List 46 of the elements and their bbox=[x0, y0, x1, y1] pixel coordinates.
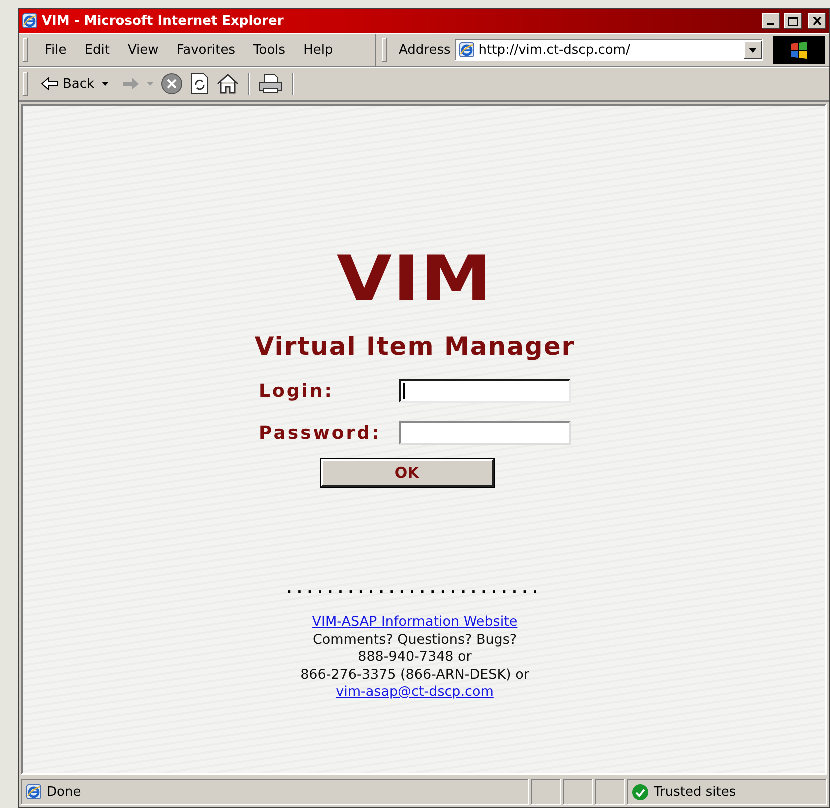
home-button[interactable] bbox=[214, 72, 241, 96]
caret-icon[interactable] bbox=[100, 80, 111, 88]
menu-item[interactable]: View bbox=[118, 42, 168, 58]
windows-logo-icon bbox=[773, 36, 825, 64]
maximize-icon bbox=[788, 16, 798, 26]
contact-text: Comments? Questions? Bugs? bbox=[312, 632, 518, 649]
menu-item[interactable]: Help bbox=[294, 42, 342, 58]
dotted-divider: ......................... bbox=[287, 583, 543, 596]
menu-item[interactable]: Favorites bbox=[168, 42, 245, 58]
address-label: Address bbox=[399, 42, 451, 58]
caret-icon bbox=[749, 48, 757, 52]
check-icon bbox=[632, 784, 649, 800]
subtitle: Virtual Item Manager bbox=[254, 332, 576, 361]
field-label: Password: bbox=[259, 422, 382, 444]
address-field[interactable]: http://vim.ct-dscp.com/ bbox=[454, 39, 763, 61]
status-panel bbox=[595, 779, 625, 805]
ok-button[interactable]: OK bbox=[320, 459, 494, 487]
back-button[interactable]: Back bbox=[39, 74, 97, 94]
logo-text: VIM bbox=[336, 248, 494, 310]
menu-item[interactable]: File bbox=[36, 42, 76, 58]
link[interactable]: vim-asap@ct-dscp.com bbox=[336, 684, 494, 702]
contact-text: 888-940-7348 or bbox=[358, 649, 472, 666]
link[interactable]: VIM-ASAP Information Website bbox=[312, 614, 518, 632]
dropdown-button[interactable] bbox=[744, 41, 762, 59]
status-text: Done bbox=[47, 784, 82, 800]
status-panel bbox=[531, 779, 561, 805]
page-icon bbox=[22, 13, 38, 29]
minimize-button[interactable] bbox=[762, 13, 780, 29]
address-text: http://vim.ct-dscp.com/ bbox=[478, 42, 632, 58]
back-arrow-icon bbox=[41, 77, 59, 91]
zone-text: Trusted sites bbox=[654, 784, 736, 800]
close-button[interactable] bbox=[808, 13, 826, 29]
close-icon bbox=[812, 17, 822, 25]
field-label: Login: bbox=[259, 380, 335, 402]
page-icon bbox=[458, 42, 475, 58]
print-button[interactable] bbox=[256, 72, 285, 96]
status-panel bbox=[563, 779, 593, 805]
menu-item[interactable]: Tools bbox=[244, 42, 295, 58]
input-field[interactable] bbox=[399, 421, 571, 445]
contact-text: 866-276-3375 (866-ARN-DESK) or bbox=[300, 666, 530, 684]
page-icon bbox=[26, 784, 42, 800]
menu-item[interactable]: Edit bbox=[76, 42, 119, 58]
maximize-button[interactable] bbox=[784, 13, 802, 29]
stop-button[interactable] bbox=[158, 71, 185, 97]
window-title: VIM - Microsoft Internet Explorer bbox=[42, 14, 285, 28]
input-field[interactable] bbox=[399, 379, 571, 403]
